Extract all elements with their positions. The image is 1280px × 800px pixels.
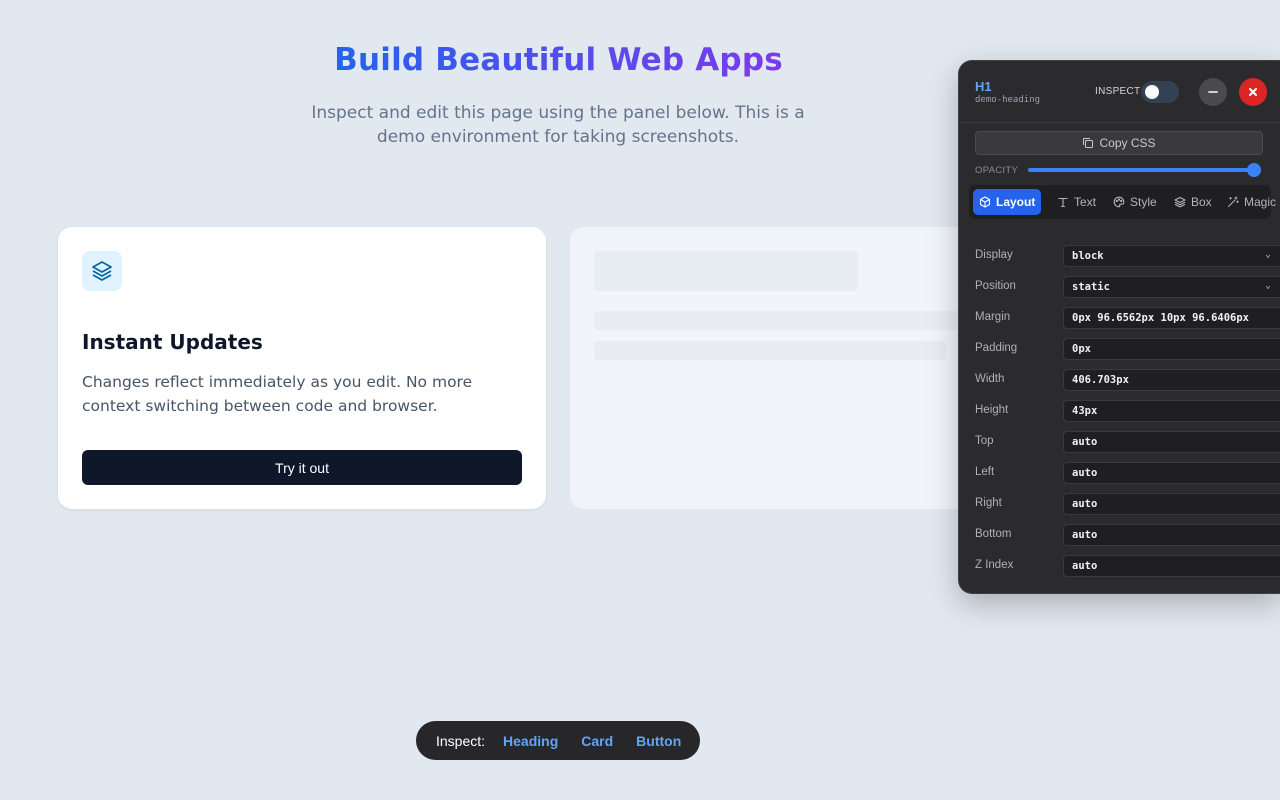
card-description: Changes reflect immediately as you edit.…	[82, 373, 473, 415]
opacity-slider-track[interactable]	[1028, 168, 1252, 172]
inspect-toggle-label: INSPECT	[1095, 86, 1141, 97]
inspect-bar: Inspect: Heading Card Button	[416, 721, 700, 760]
tab-style-label: Style	[1130, 195, 1157, 209]
padding-input[interactable]: 0px	[1063, 338, 1280, 360]
z-index-input[interactable]: auto	[1063, 555, 1280, 577]
opacity-slider-handle[interactable]	[1247, 163, 1261, 177]
tab-box[interactable]: Box	[1168, 189, 1218, 215]
property-row-padding: Padding 0px	[959, 334, 1280, 365]
property-row-position: Position static ⌄	[959, 272, 1280, 303]
property-row-bottom: Bottom auto	[959, 520, 1280, 551]
skeleton-line	[594, 311, 970, 330]
inspect-heading-link[interactable]: Heading	[503, 733, 558, 749]
display-select[interactable]: block ⌄	[1063, 245, 1280, 267]
chevron-down-icon: ⌄	[1264, 249, 1271, 260]
page-subtitle: Inspect and edit this page using the pan…	[311, 103, 805, 147]
minimize-button[interactable]	[1199, 78, 1227, 106]
tab-magic-label: Magic	[1244, 195, 1277, 209]
inspect-bar-label: Inspect:	[436, 732, 486, 749]
palette-icon	[1113, 196, 1125, 208]
chevron-down-icon: ⌄	[1264, 280, 1271, 291]
tab-magic[interactable]: Magic	[1221, 189, 1280, 215]
page-title: Build Beautiful Web Apps	[334, 42, 783, 78]
tab-text[interactable]: Text	[1051, 189, 1102, 215]
property-label: Top	[975, 435, 994, 447]
inspect-toggle[interactable]	[1141, 81, 1179, 103]
property-row-z-index: Z Index auto	[959, 551, 1280, 582]
copy-icon	[1083, 138, 1094, 148]
inspector-panel: H1 demo-heading INSPECT Copy CSS OPACITY…	[958, 60, 1280, 594]
property-row-display: Display block ⌄	[959, 241, 1280, 272]
text-icon	[1058, 197, 1068, 208]
margin-input[interactable]: 0px 96.6562px 10px 96.6406px	[1063, 307, 1280, 329]
minus-icon	[1208, 91, 1218, 93]
panel-header[interactable]: H1 demo-heading INSPECT	[959, 61, 1280, 123]
property-label: Bottom	[975, 528, 1012, 540]
property-row-height: Height 43px	[959, 396, 1280, 427]
magic-wand-icon	[1227, 196, 1239, 208]
close-icon	[1249, 88, 1257, 96]
toggle-knob	[1145, 85, 1159, 99]
tab-box-label: Box	[1191, 195, 1212, 209]
bottom-input[interactable]: auto	[1063, 524, 1280, 546]
inspect-button-link[interactable]: Button	[636, 733, 681, 749]
card-title: Instant Updates	[82, 330, 263, 354]
skeleton-line	[594, 341, 946, 360]
property-label: Right	[975, 497, 1002, 509]
property-row-margin: Margin 0px 96.6562px 10px 96.6406px	[959, 303, 1280, 334]
feature-card: Instant Updates Changes reflect immediat…	[58, 227, 546, 509]
element-id: demo-heading	[975, 95, 1041, 105]
display-value: block	[1072, 250, 1104, 262]
layers-icon	[82, 251, 122, 291]
element-tag: H1	[975, 79, 992, 94]
width-input[interactable]: 406.703px	[1063, 369, 1280, 391]
property-label: Z Index	[975, 559, 1014, 571]
opacity-label: OPACITY	[975, 165, 1019, 176]
right-input[interactable]: auto	[1063, 493, 1280, 515]
property-label: Position	[975, 280, 1016, 292]
tab-style[interactable]: Style	[1107, 189, 1163, 215]
panel-tabs: Layout Text Style Box Magic	[969, 185, 1276, 219]
top-input[interactable]: auto	[1063, 431, 1280, 453]
height-input[interactable]: 43px	[1063, 400, 1280, 422]
property-label: Left	[975, 466, 995, 478]
property-row-right: Right auto	[959, 489, 1280, 520]
property-label: Padding	[975, 342, 1018, 354]
inspect-card-link[interactable]: Card	[581, 733, 613, 749]
copy-css-label: Copy CSS	[1099, 136, 1156, 150]
property-row-width: Width 406.703px	[959, 365, 1280, 396]
property-label: Margin	[975, 311, 1011, 323]
try-it-out-button[interactable]: Try it out	[82, 450, 522, 485]
tab-layout-label: Layout	[996, 195, 1036, 209]
skeleton-card	[570, 227, 970, 509]
cube-icon	[979, 196, 991, 208]
property-label: Display	[975, 249, 1013, 261]
property-row-left: Left auto	[959, 458, 1280, 489]
property-label: Width	[975, 373, 1005, 385]
left-input[interactable]: auto	[1063, 462, 1280, 484]
layers-icon	[1174, 196, 1186, 208]
skeleton-title	[594, 251, 858, 291]
copy-css-button[interactable]: Copy CSS	[975, 131, 1263, 155]
close-button[interactable]	[1239, 78, 1267, 106]
property-label: Height	[975, 404, 1009, 416]
tab-text-label: Text	[1074, 195, 1097, 209]
position-value: static	[1072, 281, 1110, 293]
tab-layout[interactable]: Layout	[973, 189, 1042, 215]
position-select[interactable]: static ⌄	[1063, 276, 1280, 298]
property-row-top: Top auto	[959, 427, 1280, 458]
